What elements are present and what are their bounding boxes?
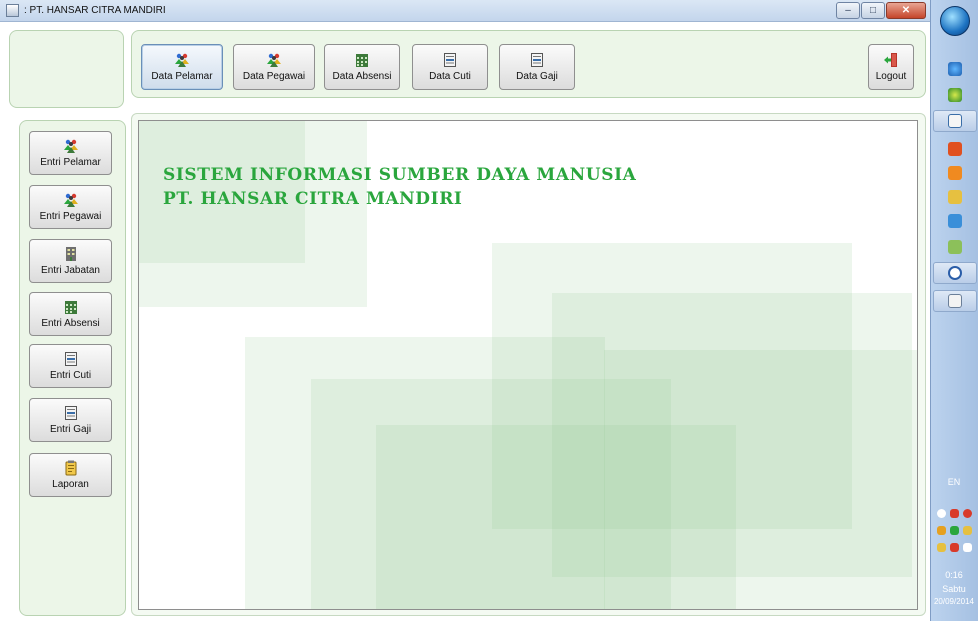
- sidebar-entri-gaji-button[interactable]: Entri Gaji: [29, 398, 112, 442]
- data-pelamar-label: Data Pelamar: [151, 71, 213, 82]
- clock-day[interactable]: Sabtu: [930, 584, 978, 594]
- document-icon: [531, 53, 543, 67]
- title-bar[interactable]: : PT. HANSAR CITRA MANDIRI – □ ✕: [0, 0, 930, 22]
- sidebar-item-label: Laporan: [52, 479, 89, 490]
- tray-icon[interactable]: [950, 543, 959, 552]
- sidebar-item-label: Entri Jabatan: [41, 265, 100, 276]
- sidebar-item-label: Entri Absensi: [41, 318, 100, 329]
- app-heading-line2: PT. HANSAR CITRA MANDIRI: [163, 189, 463, 209]
- logout-icon: [884, 53, 897, 67]
- sidebar-entri-pegawai-button[interactable]: Entri Pegawai: [29, 185, 112, 229]
- data-absensi-button[interactable]: Data Absensi: [324, 44, 400, 90]
- minimize-icon: –: [845, 5, 851, 16]
- people-icon: [63, 193, 78, 207]
- calendar-icon: [356, 54, 368, 67]
- tray-icon[interactable]: [937, 543, 946, 552]
- logo-panel: [9, 30, 124, 108]
- app-icon[interactable]: [948, 214, 962, 228]
- document-icon: [444, 53, 456, 67]
- word-icon[interactable]: [948, 114, 962, 128]
- background-decoration: [604, 350, 917, 609]
- sidebar-laporan-button[interactable]: Laporan: [29, 453, 112, 497]
- maximize-button[interactable]: □: [861, 2, 885, 19]
- data-cuti-label: Data Cuti: [429, 71, 471, 82]
- people-icon: [175, 53, 189, 67]
- minimize-button[interactable]: –: [836, 2, 860, 19]
- tray-icon[interactable]: [937, 509, 946, 518]
- clock-date[interactable]: 20/09/2014: [930, 597, 978, 606]
- sidebar-item-label: Entri Gaji: [49, 424, 92, 435]
- data-pegawai-label: Data Pegawai: [242, 71, 306, 82]
- data-gaji-label: Data Gaji: [516, 71, 558, 82]
- data-absensi-label: Data Absensi: [332, 71, 392, 82]
- chrome-icon[interactable]: [948, 88, 962, 102]
- close-button[interactable]: ✕: [886, 2, 926, 19]
- tray-icon[interactable]: [963, 509, 972, 518]
- maximize-icon: □: [869, 5, 877, 16]
- folder-icon[interactable]: [948, 240, 962, 254]
- player-icon[interactable]: [948, 166, 962, 180]
- taskbar: [930, 0, 978, 621]
- document-icon: [64, 406, 77, 420]
- sidebar-entri-pelamar-button[interactable]: Entri Pelamar: [29, 131, 112, 175]
- tray-icon[interactable]: [963, 543, 972, 552]
- app-heading-line1: SISTEM INFORMASI SUMBER DAYA MANUSIA: [163, 165, 637, 185]
- sidebar-entri-absensi-button[interactable]: Entri Absensi: [29, 292, 112, 336]
- sidebar-entri-jabatan-button[interactable]: Entri Jabatan: [29, 239, 112, 283]
- tray-icon[interactable]: [963, 526, 972, 535]
- content-area: SISTEM INFORMASI SUMBER DAYA MANUSIA PT.…: [138, 120, 918, 610]
- window-title: : PT. HANSAR CITRA MANDIRI: [24, 5, 166, 16]
- java-app-icon[interactable]: [948, 294, 962, 308]
- main-window: : PT. HANSAR CITRA MANDIRI – □ ✕ Data Pe…: [0, 0, 930, 621]
- java-app-icon: [6, 4, 19, 17]
- people-icon: [63, 139, 78, 153]
- tray-icon[interactable]: [950, 526, 959, 535]
- document-icon: [64, 352, 77, 366]
- sidebar-item-label: Entri Pelamar: [40, 157, 101, 168]
- close-icon: ✕: [901, 5, 911, 16]
- ie-icon[interactable]: [948, 62, 962, 76]
- tray-icon[interactable]: [950, 509, 959, 518]
- data-cuti-button[interactable]: Data Cuti: [412, 44, 488, 90]
- media-icon[interactable]: [948, 142, 962, 156]
- data-pelamar-button[interactable]: Data Pelamar: [141, 44, 223, 90]
- tray-icon[interactable]: [937, 526, 946, 535]
- sidebar-entri-cuti-button[interactable]: Entri Cuti: [29, 344, 112, 388]
- clock-time[interactable]: 0:16: [930, 570, 978, 580]
- start-button[interactable]: [940, 6, 970, 36]
- window-controls: – □ ✕: [835, 2, 926, 19]
- language-indicator[interactable]: EN: [930, 477, 978, 487]
- building-icon: [65, 247, 76, 261]
- shield-icon[interactable]: [948, 266, 962, 280]
- data-pegawai-button[interactable]: Data Pegawai: [233, 44, 315, 90]
- calendar-icon: [64, 301, 77, 314]
- paint-icon[interactable]: [948, 190, 962, 204]
- sidebar-item-label: Entri Pegawai: [39, 211, 102, 222]
- sidebar-item-label: Entri Cuti: [49, 370, 92, 381]
- logout-label: Logout: [875, 71, 907, 82]
- people-icon: [267, 53, 281, 67]
- notepad-icon: [65, 460, 76, 476]
- logout-button[interactable]: Logout: [868, 44, 914, 90]
- data-gaji-button[interactable]: Data Gaji: [499, 44, 575, 90]
